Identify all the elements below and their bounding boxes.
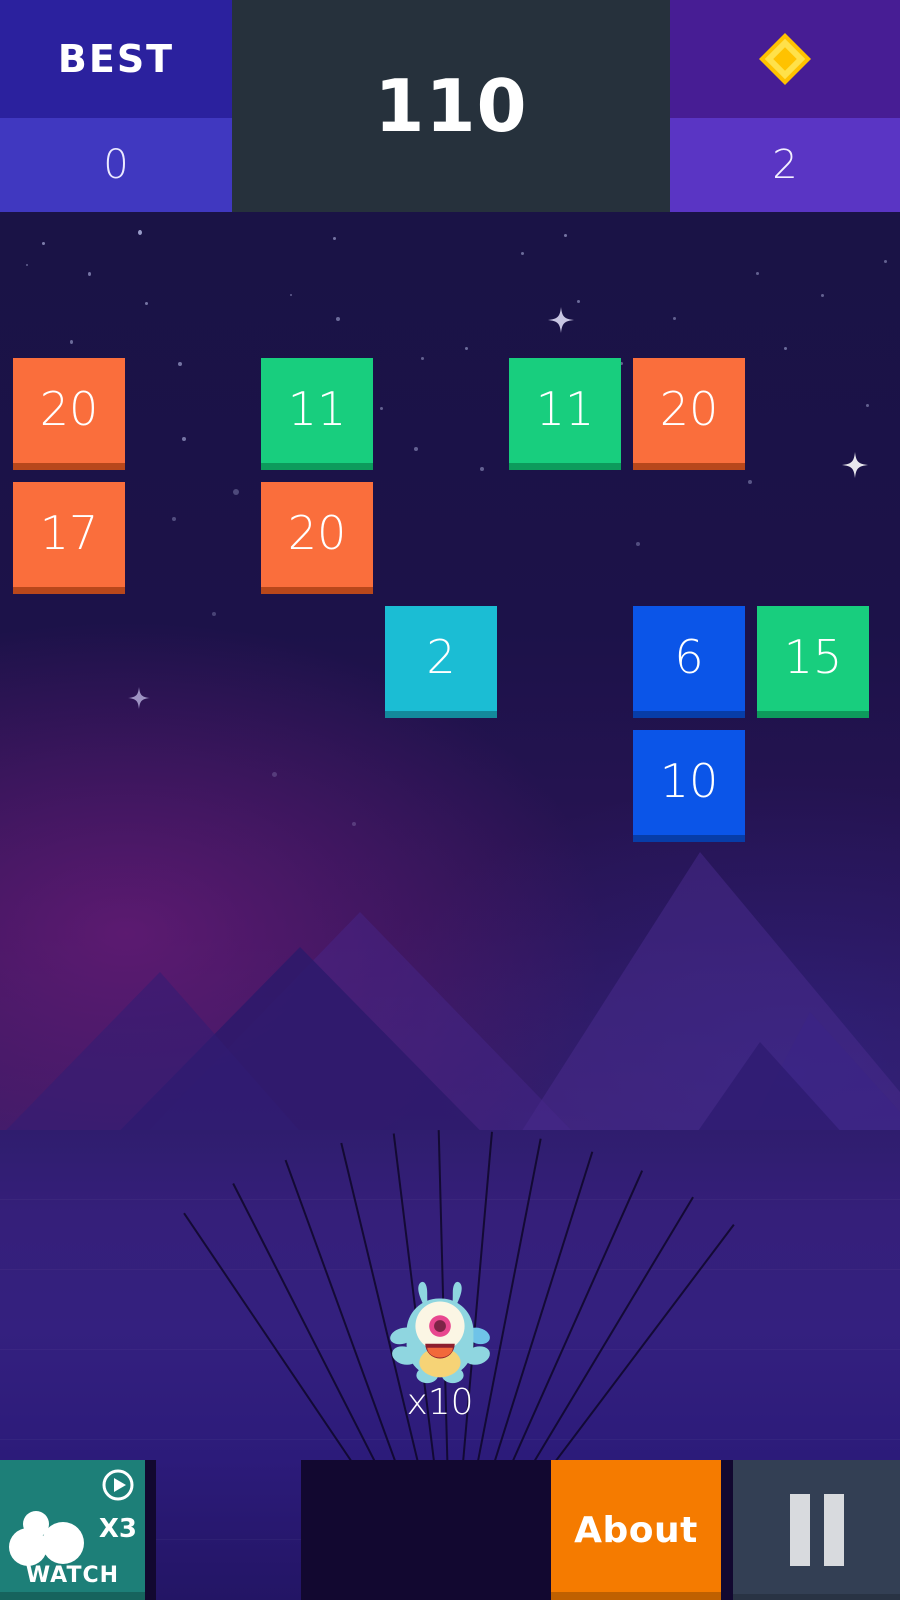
current-score-panel: 110 bbox=[232, 0, 670, 212]
watch-balls-label: WATCH bbox=[25, 1563, 120, 1588]
game-block: 10 bbox=[633, 730, 745, 842]
block-value: 6 bbox=[674, 629, 704, 684]
best-label: BEST bbox=[57, 37, 175, 81]
block-value: 15 bbox=[783, 629, 843, 684]
game-block: 11 bbox=[261, 358, 373, 470]
best-value: 0 bbox=[103, 142, 129, 188]
gem-panel[interactable]: 2 bbox=[670, 0, 900, 212]
button-shadow bbox=[551, 1592, 721, 1600]
about-label: About bbox=[574, 1509, 698, 1551]
gem-count-area: 2 bbox=[670, 118, 900, 212]
game-block: 15 bbox=[757, 606, 869, 718]
best-value-area: 0 bbox=[0, 118, 232, 212]
game-block: 6 bbox=[633, 606, 745, 718]
game-block: 11 bbox=[509, 358, 621, 470]
sparkle-star-icon bbox=[128, 687, 150, 709]
game-block: 20 bbox=[633, 358, 745, 470]
gem-count: 2 bbox=[772, 142, 798, 188]
game-header: BEST 0 110 2 bbox=[0, 0, 900, 212]
diamond-gem-icon bbox=[755, 29, 815, 89]
block-value: 20 bbox=[39, 381, 99, 436]
block-value: 20 bbox=[659, 381, 719, 436]
button-shadow bbox=[0, 1592, 145, 1600]
block-value: 11 bbox=[287, 381, 347, 436]
block-value: 10 bbox=[659, 753, 719, 808]
player-avatar bbox=[381, 1271, 499, 1394]
best-score-panel: BEST 0 bbox=[0, 0, 232, 212]
pause-button[interactable] bbox=[733, 1460, 900, 1600]
game-screen: 20 11 11 20 17 20 2 6 15 10 x10 BEST 0 1… bbox=[0, 0, 900, 1600]
block-value: 2 bbox=[426, 629, 456, 684]
game-block: 20 bbox=[13, 358, 125, 470]
gem-icon-area bbox=[670, 0, 900, 118]
balls-multiplier-label: X3 bbox=[98, 1514, 137, 1544]
pause-icon-bar-left bbox=[789, 1494, 810, 1566]
game-block: 20 bbox=[261, 482, 373, 594]
sparkle-star-icon bbox=[842, 452, 868, 478]
best-label-area: BEST bbox=[0, 0, 232, 118]
game-block: 2 bbox=[385, 606, 497, 718]
game-block: 17 bbox=[13, 482, 125, 594]
score-value: 110 bbox=[374, 64, 528, 148]
ball-count-label: x10 bbox=[406, 1382, 474, 1423]
block-value: 20 bbox=[287, 505, 347, 560]
play-circle-icon bbox=[101, 1468, 135, 1507]
block-value: 17 bbox=[39, 505, 99, 560]
button-shadow bbox=[733, 1594, 900, 1600]
about-button[interactable]: About bbox=[551, 1460, 721, 1600]
block-value: 11 bbox=[535, 381, 595, 436]
pause-icon-bar-right bbox=[823, 1494, 844, 1566]
bottom-toolbar: X3 WATCH WATCH About bbox=[0, 1460, 900, 1600]
watch-ad-balls-button[interactable]: X3 WATCH bbox=[0, 1460, 145, 1600]
sparkle-star-icon bbox=[548, 307, 574, 333]
